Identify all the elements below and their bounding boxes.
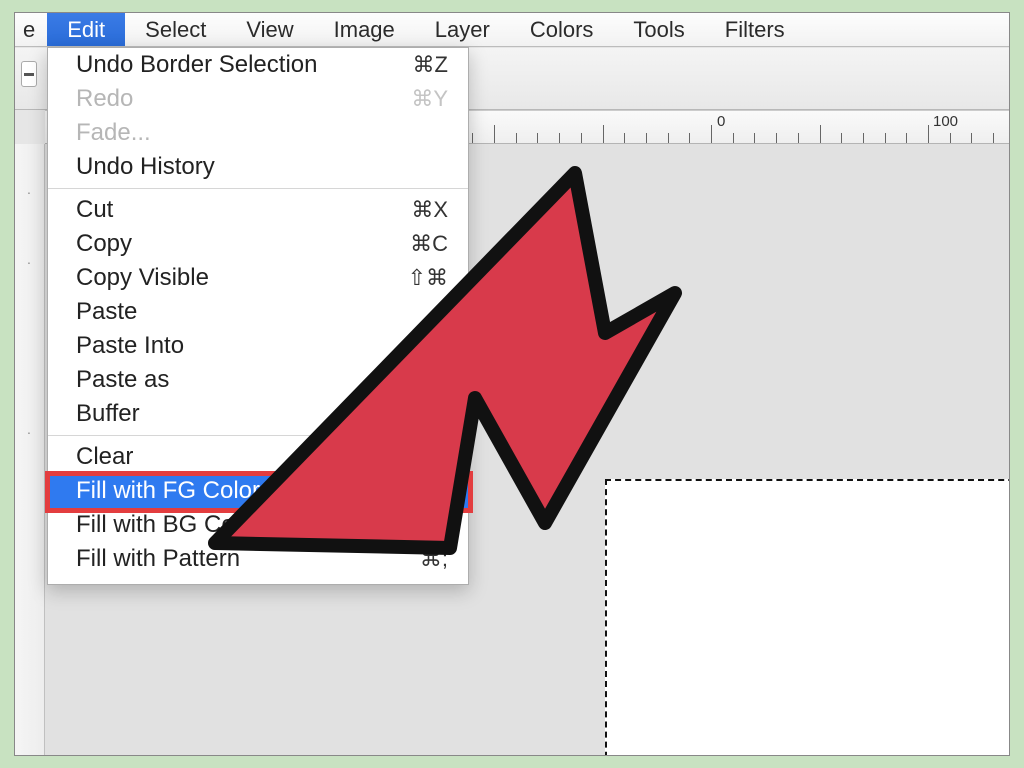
tool-chip[interactable] — [21, 61, 37, 87]
menu-item-fill-with-fg-color[interactable]: Fill with FG Color ⌘, — [48, 474, 468, 508]
menu-item-label: Fade... — [76, 119, 151, 147]
menu-edit[interactable]: Edit — [47, 13, 125, 46]
menu-item-label: Buffer — [76, 400, 140, 428]
menubar: e Edit Select View Image Layer Colors To… — [15, 13, 1009, 47]
menu-item-label: Fill with Pattern — [76, 545, 240, 573]
minus-icon — [24, 73, 34, 76]
menu-item-label: Cut — [76, 196, 113, 224]
menu-item-shortcut: ⌘Z — [413, 52, 448, 78]
menu-item-label: Fill with FG Color — [76, 477, 260, 505]
menu-colors[interactable]: Colors — [510, 13, 614, 46]
canvas-content — [901, 701, 1010, 756]
menu-item-paste-into[interactable]: Paste Into — [48, 329, 468, 363]
menu-item-label: Undo History — [76, 153, 215, 181]
menu-item-shortcut: ⌘C — [410, 231, 448, 257]
menu-item-label: Paste Into — [76, 332, 184, 360]
side-glyph: · — [19, 424, 39, 444]
menu-item-shortcut: ⌘Y — [411, 86, 448, 112]
vertical-ruler: · · · — [15, 144, 45, 755]
menu-item-paste[interactable]: Paste — [48, 295, 468, 329]
menu-item-shortcut: ⌘, — [420, 478, 448, 504]
menu-item-label: Copy — [76, 230, 132, 258]
menu-item-clear[interactable]: Clear — [48, 440, 468, 474]
menubar-fragment: e — [15, 13, 47, 46]
menu-item-copy-visible[interactable]: Copy Visible ⇧⌘ — [48, 261, 468, 295]
side-glyph: · — [19, 254, 39, 274]
menu-item-label: Fill with BG Color — [76, 511, 261, 539]
menu-item-copy[interactable]: Copy ⌘C — [48, 227, 468, 261]
menu-item-label: Paste — [76, 298, 137, 326]
menu-item-fill-with-bg-color[interactable]: Fill with BG Color ⌘. — [48, 508, 468, 542]
ruler-label: 100 — [933, 113, 958, 130]
menu-item-undo-history[interactable]: Undo History — [48, 150, 468, 184]
edit-dropdown: Undo Border Selection ⌘Z Redo ⌘Y Fade... Undo… — [47, 47, 469, 585]
menu-item-fade: Fade... — [48, 116, 468, 150]
menu-item-buffer[interactable]: Buffer — [48, 397, 468, 431]
menu-image[interactable]: Image — [314, 13, 415, 46]
menu-item-label: Undo Border Selection — [76, 51, 317, 79]
menu-view[interactable]: View — [226, 13, 313, 46]
menu-layer[interactable]: Layer — [415, 13, 510, 46]
menu-filters[interactable]: Filters — [705, 13, 805, 46]
menu-item-label: Redo — [76, 85, 133, 113]
ruler-label: 0 — [717, 113, 725, 130]
menu-item-label: Clear — [76, 443, 133, 471]
menu-item-label: Copy Visible — [76, 264, 209, 292]
menu-item-cut[interactable]: Cut ⌘X — [48, 193, 468, 227]
menu-item-shortcut: ⌘. — [420, 512, 448, 538]
menu-item-label: Paste as — [76, 366, 169, 394]
menu-tools[interactable]: Tools — [613, 13, 704, 46]
side-glyph: · — [19, 184, 39, 204]
menu-item-undo-border-selection[interactable]: Undo Border Selection ⌘Z — [48, 48, 468, 82]
menu-item-shortcut: ⇧⌘ — [408, 265, 448, 291]
app-window: e Edit Select View Image Layer Colors To… — [14, 12, 1010, 756]
menu-item-fill-with-pattern[interactable]: Fill with Pattern ⌘; — [48, 542, 468, 576]
menu-item-paste-as[interactable]: Paste as — [48, 363, 468, 397]
menu-item-shortcut: ⌘; — [420, 546, 448, 572]
menu-select[interactable]: Select — [125, 13, 226, 46]
canvas[interactable] — [605, 479, 1010, 756]
menu-item-shortcut: ⌘X — [411, 197, 448, 223]
menu-item-redo: Redo ⌘Y — [48, 82, 468, 116]
